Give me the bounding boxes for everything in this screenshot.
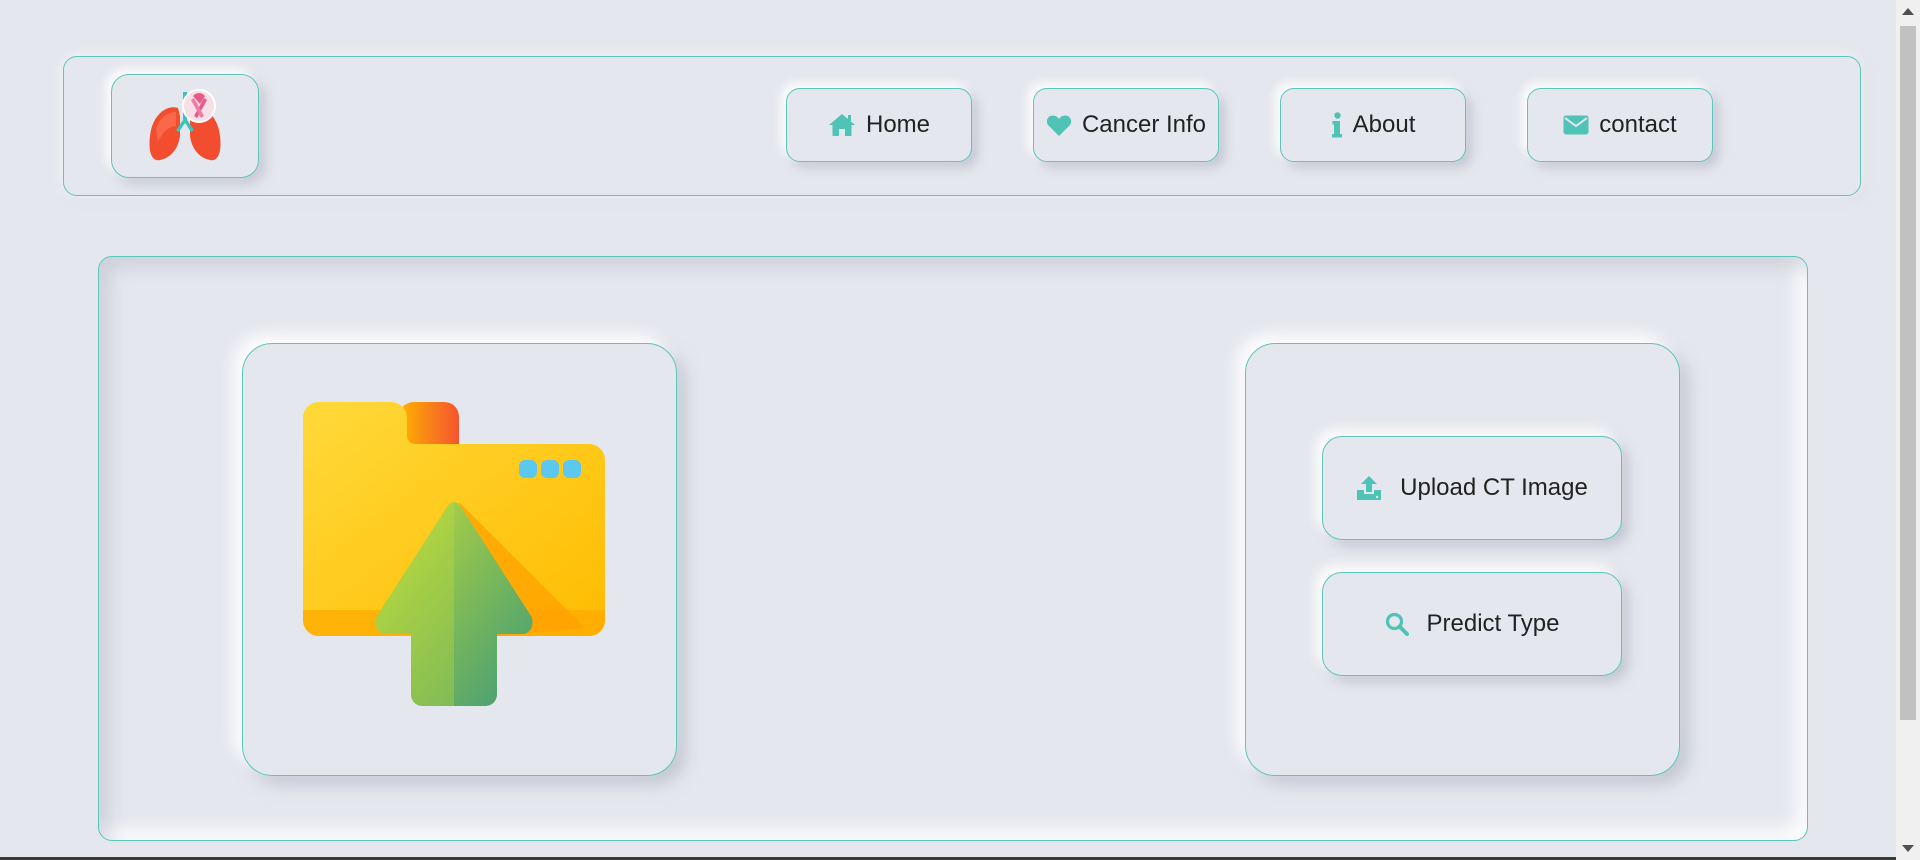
lungs-ribbon-logo-icon bbox=[149, 89, 221, 161]
upload-ct-image-button[interactable]: Upload CT Image bbox=[1322, 436, 1622, 540]
image-preview-card bbox=[242, 343, 677, 776]
search-icon bbox=[1385, 612, 1409, 636]
upload-ct-image-label: Upload CT Image bbox=[1400, 474, 1588, 501]
scroll-thumb[interactable] bbox=[1900, 26, 1916, 720]
info-icon bbox=[1331, 112, 1342, 138]
predict-type-label: Predict Type bbox=[1426, 610, 1560, 637]
actions-card: Upload CT Image Predict Type bbox=[1245, 343, 1680, 776]
nav-cancer-info-label: Cancer Info bbox=[1081, 111, 1207, 138]
nav-home-label: Home bbox=[865, 111, 931, 138]
predict-type-button[interactable]: Predict Type bbox=[1322, 572, 1622, 676]
navbar: Home Cancer Info About contact bbox=[63, 56, 1861, 196]
heart-icon bbox=[1046, 114, 1072, 136]
nav-cancer-info-button[interactable]: Cancer Info bbox=[1033, 88, 1219, 162]
nav-home-button[interactable]: Home bbox=[786, 88, 972, 162]
page: Home Cancer Info About contact Upload CT… bbox=[0, 0, 1920, 860]
envelope-icon bbox=[1563, 115, 1589, 135]
main-panel: Upload CT Image Predict Type bbox=[98, 256, 1808, 841]
scroll-down-icon[interactable] bbox=[1902, 845, 1914, 852]
nav-about-button[interactable]: About bbox=[1280, 88, 1466, 162]
logo[interactable] bbox=[111, 74, 259, 178]
scroll-up-icon[interactable] bbox=[1902, 8, 1914, 15]
folder-upload-icon bbox=[303, 402, 605, 706]
vertical-scrollbar[interactable] bbox=[1896, 0, 1920, 860]
upload-icon bbox=[1357, 476, 1382, 500]
home-icon bbox=[828, 114, 855, 136]
nav-contact-label: contact bbox=[1599, 111, 1677, 138]
nav-about-label: About bbox=[1352, 111, 1416, 138]
nav-contact-button[interactable]: contact bbox=[1527, 88, 1713, 162]
